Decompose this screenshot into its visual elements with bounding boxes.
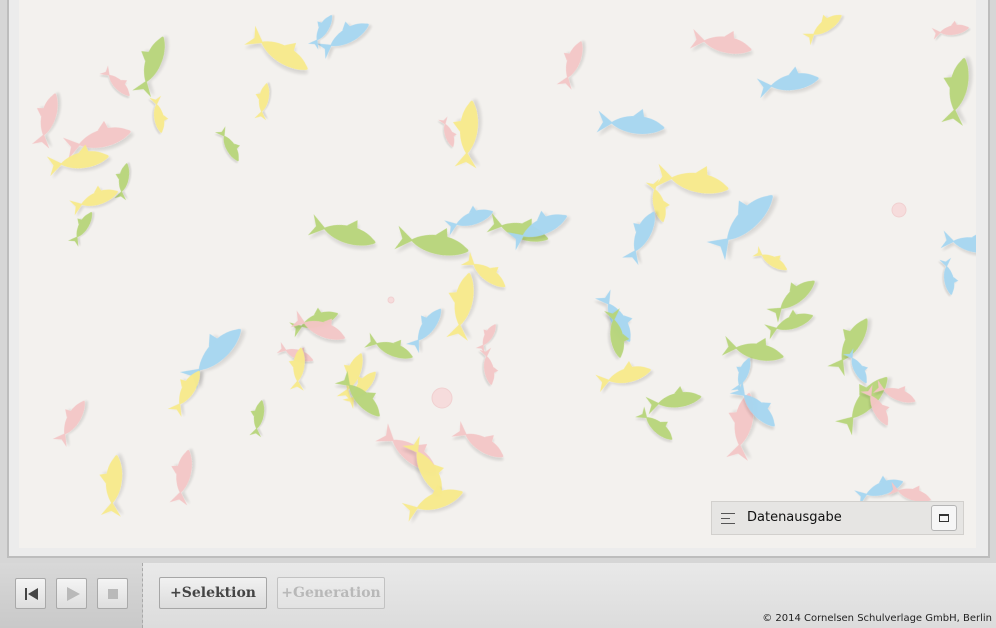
fish — [479, 347, 499, 385]
fish — [939, 257, 959, 295]
fish — [595, 361, 651, 393]
fish — [475, 324, 496, 354]
expand-panel-button[interactable] — [931, 505, 957, 531]
fish — [941, 58, 969, 126]
fish — [179, 328, 241, 390]
fish — [132, 36, 165, 98]
stop-icon — [108, 589, 118, 599]
food-pellet — [891, 202, 907, 218]
fish — [940, 230, 976, 253]
add-selection-button[interactable]: +Selektion — [159, 577, 267, 609]
fish — [622, 211, 655, 266]
fish — [931, 20, 969, 40]
play-icon — [67, 587, 80, 601]
fish — [244, 25, 308, 71]
fish — [52, 400, 85, 447]
fish — [596, 108, 665, 135]
fish — [99, 65, 130, 96]
fish — [215, 126, 240, 162]
skip-to-start-icon — [25, 588, 38, 600]
fish — [654, 163, 729, 194]
food-pellet — [387, 296, 395, 304]
stop-button[interactable] — [97, 578, 128, 609]
food-pellet — [431, 387, 453, 409]
fish — [451, 421, 504, 458]
fish — [405, 308, 442, 354]
fish — [721, 335, 784, 361]
fish — [149, 95, 169, 133]
add-generation-button[interactable]: +Generation — [277, 577, 385, 609]
window-maximize-icon — [939, 514, 949, 522]
menu-icon[interactable] — [721, 513, 735, 525]
play-button[interactable] — [56, 578, 87, 609]
fish — [689, 28, 752, 54]
fish — [645, 386, 702, 415]
fish — [756, 66, 819, 99]
transport-controls — [0, 563, 143, 628]
copyright-text: © 2014 Cornelsen Schulverlage GmbH, Berl… — [762, 613, 992, 624]
fish — [169, 449, 192, 506]
fish — [68, 212, 93, 247]
simulation-canvas[interactable] — [19, 0, 976, 548]
fish — [99, 455, 123, 517]
fish — [802, 14, 842, 46]
fish — [307, 214, 376, 246]
fish — [249, 400, 265, 438]
fish — [556, 41, 583, 90]
fish — [827, 318, 868, 377]
bottom-toolbar: +Selektion +Generation © 2014 Cornelsen … — [0, 563, 996, 628]
fish — [364, 332, 413, 359]
data-output-panel[interactable]: Datenausgabe — [711, 501, 964, 535]
fish — [254, 83, 270, 121]
fish — [394, 225, 469, 256]
fish — [69, 185, 118, 216]
fish — [31, 93, 58, 149]
fish — [752, 246, 787, 271]
fish — [438, 116, 457, 147]
rewind-button[interactable] — [15, 578, 46, 609]
data-output-title: Datenausgabe — [747, 510, 842, 525]
fish — [444, 205, 493, 236]
fish — [446, 273, 474, 341]
fish-population — [31, 14, 976, 522]
fish — [635, 406, 673, 440]
